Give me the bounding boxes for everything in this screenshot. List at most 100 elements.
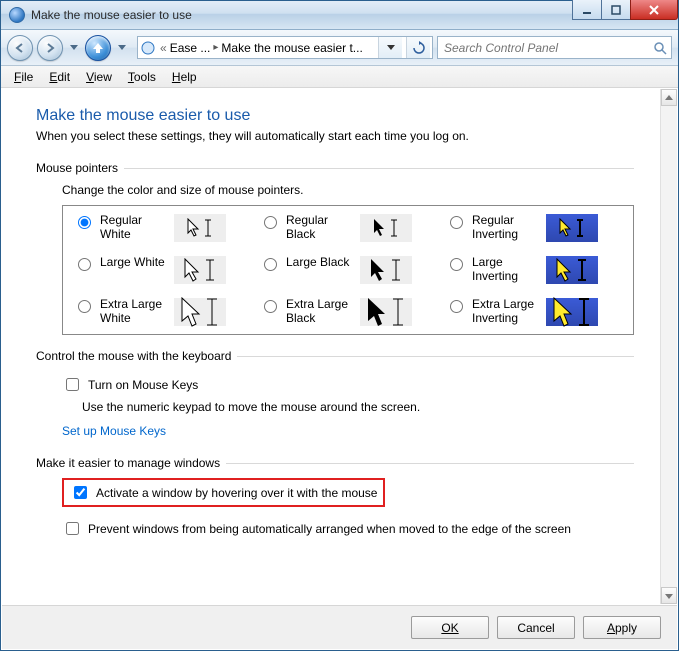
minimize-button[interactable]	[572, 0, 602, 20]
cursor-arrow-icon	[372, 218, 388, 238]
chevron-up-icon	[665, 95, 673, 101]
option-regular-white[interactable]: Regular White	[73, 214, 251, 242]
cursor-arrow-icon	[180, 297, 204, 327]
cancel-button[interactable]: Cancel	[497, 616, 575, 639]
mouse-keys-note: Use the numeric keypad to move the mouse…	[82, 400, 634, 414]
address-dropdown[interactable]	[378, 37, 402, 58]
menubar: File Edit View Tools Help	[1, 66, 678, 88]
vertical-scrollbar[interactable]	[660, 89, 677, 604]
option-label: Extra Large Black	[286, 298, 354, 326]
section-keyboard-mouse: Control the mouse with the keyboard Turn…	[36, 349, 634, 442]
window-buttons	[573, 0, 678, 20]
section-legend: Make it easier to manage windows	[36, 456, 226, 470]
section-legend: Control the mouse with the keyboard	[36, 349, 237, 363]
cursor-ibeam-icon	[206, 298, 220, 326]
up-button[interactable]	[85, 35, 111, 61]
menu-view[interactable]: View	[79, 68, 119, 86]
radio-regular-inverting[interactable]	[450, 216, 463, 229]
history-dropdown[interactable]	[67, 45, 81, 51]
cursor-ibeam-icon	[577, 259, 589, 281]
menu-file[interactable]: File	[7, 68, 40, 86]
option-label: Extra Large White	[100, 298, 168, 326]
page-subtitle: When you select these settings, they wil…	[36, 129, 634, 143]
scroll-track[interactable]	[661, 106, 677, 587]
checkbox-label: Prevent windows from being automatically…	[88, 522, 571, 536]
menu-tools[interactable]: Tools	[121, 68, 163, 86]
option-large-black[interactable]: Large Black	[259, 256, 437, 284]
pointer-preview	[360, 298, 412, 326]
pointer-preview	[174, 214, 226, 242]
option-extra-large-inverting[interactable]: Extra Large Inverting	[445, 298, 623, 326]
cursor-arrow-icon	[369, 258, 389, 282]
ok-button[interactable]: OK	[411, 616, 489, 639]
checkbox-input[interactable]	[66, 522, 79, 535]
minimize-icon	[582, 5, 592, 15]
refresh-button[interactable]	[406, 37, 430, 58]
checkbox-input[interactable]	[66, 378, 79, 391]
pointer-preview	[546, 214, 598, 242]
highlighted-option: Activate a window by hovering over it wi…	[62, 478, 385, 507]
breadcrumb-parent[interactable]: Ease ...	[170, 41, 211, 55]
menu-help[interactable]: Help	[165, 68, 204, 86]
cursor-ibeam-icon	[205, 259, 217, 281]
option-extra-large-black[interactable]: Extra Large Black	[259, 298, 437, 326]
radio-regular-white[interactable]	[78, 216, 91, 229]
chevron-right-icon: ▸	[213, 42, 218, 53]
cursor-arrow-icon	[366, 297, 390, 327]
radio-large-black[interactable]	[264, 258, 277, 271]
forward-button[interactable]	[37, 35, 63, 61]
checkbox-turn-on-mouse-keys[interactable]: Turn on Mouse Keys	[62, 375, 634, 394]
close-button[interactable]	[630, 0, 678, 20]
app-icon	[9, 7, 25, 23]
radio-extra-large-inverting[interactable]	[450, 300, 463, 313]
apply-button[interactable]: Apply	[583, 616, 661, 639]
pointer-preview	[546, 298, 598, 326]
option-large-inverting[interactable]: Large Inverting	[445, 256, 623, 284]
dialog-footer: OK Cancel Apply	[2, 605, 677, 649]
page-title: Make the mouse easier to use	[36, 107, 634, 125]
maximize-icon	[611, 5, 621, 15]
titlebar: Make the mouse easier to use	[1, 1, 678, 30]
checkbox-activate-on-hover[interactable]	[74, 486, 87, 499]
scroll-up-button[interactable]	[661, 89, 677, 106]
option-extra-large-white[interactable]: Extra Large White	[73, 298, 251, 326]
radio-regular-black[interactable]	[264, 216, 277, 229]
radio-large-inverting[interactable]	[450, 258, 463, 271]
search-input[interactable]	[442, 40, 649, 56]
pointer-preview	[174, 256, 226, 284]
option-label: Large Black	[286, 256, 354, 270]
link-set-up-mouse-keys[interactable]: Set up Mouse Keys	[62, 424, 634, 438]
breadcrumb-current[interactable]: Make the mouse easier t...	[221, 41, 362, 55]
cursor-ibeam-icon	[390, 219, 400, 237]
checkbox-prevent-auto-arrange[interactable]: Prevent windows from being automatically…	[62, 519, 634, 538]
maximize-button[interactable]	[601, 0, 631, 20]
ease-of-access-icon	[140, 40, 156, 56]
option-label: Extra Large Inverting	[472, 298, 540, 326]
content-area: Make the mouse easier to use When you se…	[2, 89, 677, 604]
scroll-down-button[interactable]	[661, 587, 677, 604]
menu-edit[interactable]: Edit	[42, 68, 77, 86]
address-bar[interactable]: « Ease ... ▸ Make the mouse easier t...	[137, 36, 433, 59]
option-large-white[interactable]: Large White	[73, 256, 251, 284]
cursor-ibeam-icon	[578, 298, 592, 326]
window-title: Make the mouse easier to use	[31, 8, 192, 22]
option-regular-black[interactable]: Regular Black	[259, 214, 437, 242]
radio-extra-large-white[interactable]	[78, 300, 91, 313]
radio-extra-large-black[interactable]	[264, 300, 277, 313]
breadcrumb[interactable]: « Ease ... ▸ Make the mouse easier t...	[160, 41, 363, 55]
close-icon	[648, 5, 660, 15]
pointer-preview	[360, 256, 412, 284]
option-regular-inverting[interactable]: Regular Inverting	[445, 214, 623, 242]
checkbox-label: Turn on Mouse Keys	[88, 378, 198, 392]
up-dropdown[interactable]	[115, 45, 129, 51]
section-manage-windows: Make it easier to manage windows Activat…	[36, 456, 634, 542]
back-button[interactable]	[7, 35, 33, 61]
option-label: Large Inverting	[472, 256, 540, 284]
radio-large-white[interactable]	[78, 258, 91, 271]
search-box[interactable]	[437, 36, 672, 59]
cursor-arrow-icon	[558, 218, 574, 238]
pointer-preview	[174, 298, 226, 326]
section-legend: Mouse pointers	[36, 161, 124, 175]
chevron-down-icon	[665, 593, 673, 599]
search-icon	[653, 41, 667, 55]
